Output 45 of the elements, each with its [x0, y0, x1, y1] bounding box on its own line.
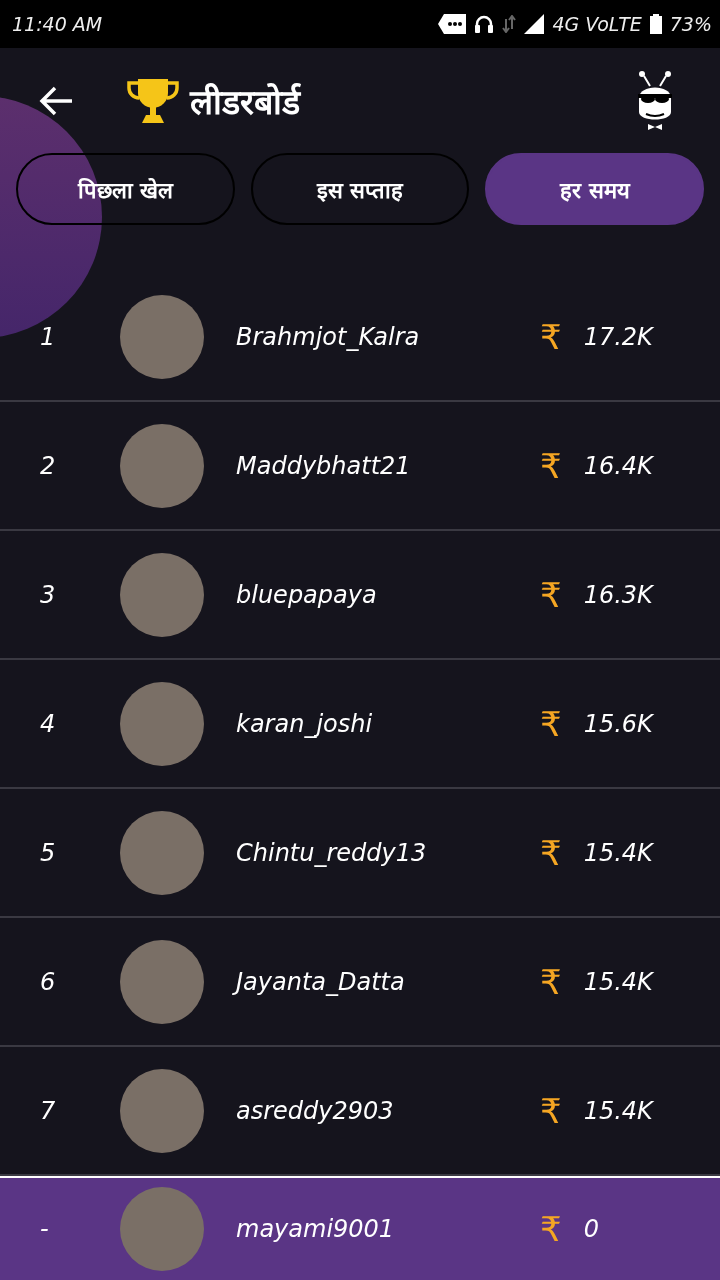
- rank-number: 4: [39, 709, 57, 738]
- tab[interactable]: पिछला खेल: [16, 153, 235, 225]
- rupee-symbol: ₹: [540, 445, 562, 486]
- back-arrow-icon[interactable]: [38, 84, 74, 117]
- rank-number: 3: [39, 580, 57, 609]
- rank-number: 1: [39, 322, 57, 351]
- page-title: लीडरबोर्ड: [190, 80, 300, 124]
- rupee-symbol: ₹: [540, 1090, 562, 1131]
- signal-icon: [524, 14, 545, 34]
- winnings-amount: 0: [583, 1215, 599, 1243]
- battery-level: 73%: [669, 13, 712, 35]
- tab[interactable]: इस सप्ताह: [250, 153, 470, 225]
- rank-number: 5: [39, 838, 57, 867]
- message-icon: [438, 14, 467, 34]
- player-name: bluepapaya: [236, 580, 378, 609]
- player-name: karan_joshi: [236, 709, 374, 738]
- network-label: 4G VoLTE: [552, 13, 642, 35]
- rupee-symbol: ₹: [540, 1209, 562, 1249]
- status-time: 11:40 AM: [12, 13, 103, 35]
- rank-number: 6: [39, 967, 57, 996]
- rank-number: 2: [39, 451, 57, 480]
- player-name: asreddy2903: [236, 1096, 395, 1125]
- winnings-amount: 15.4K: [583, 838, 653, 867]
- rupee-symbol: ₹: [540, 703, 562, 744]
- winnings-amount: 15.4K: [583, 1096, 653, 1125]
- winnings-amount: 15.6K: [583, 709, 653, 738]
- winnings-amount: 16.4K: [583, 451, 653, 480]
- rank-number: 7: [39, 1096, 57, 1125]
- headphones-icon: [474, 14, 495, 34]
- trophy-icon: [126, 76, 180, 125]
- player-name: Maddybhatt21: [236, 451, 412, 480]
- player-name: Chintu_reddy13: [236, 838, 428, 867]
- rupee-symbol: ₹: [540, 574, 562, 615]
- player-name: mayami9001: [236, 1215, 396, 1243]
- rank-number: -: [39, 1215, 50, 1243]
- winnings-amount: 16.3K: [583, 580, 653, 609]
- winnings-amount: 17.2K: [583, 322, 653, 351]
- player-name: Brahmjot_Kalra: [236, 322, 421, 351]
- data-arrows-icon: [502, 15, 517, 33]
- rupee-symbol: ₹: [540, 316, 562, 357]
- rupee-symbol: ₹: [540, 961, 562, 1002]
- rupee-symbol: ₹: [540, 832, 562, 873]
- tab[interactable]: हर समय: [485, 153, 704, 225]
- winnings-amount: 15.4K: [583, 967, 653, 996]
- battery-icon: [649, 14, 662, 34]
